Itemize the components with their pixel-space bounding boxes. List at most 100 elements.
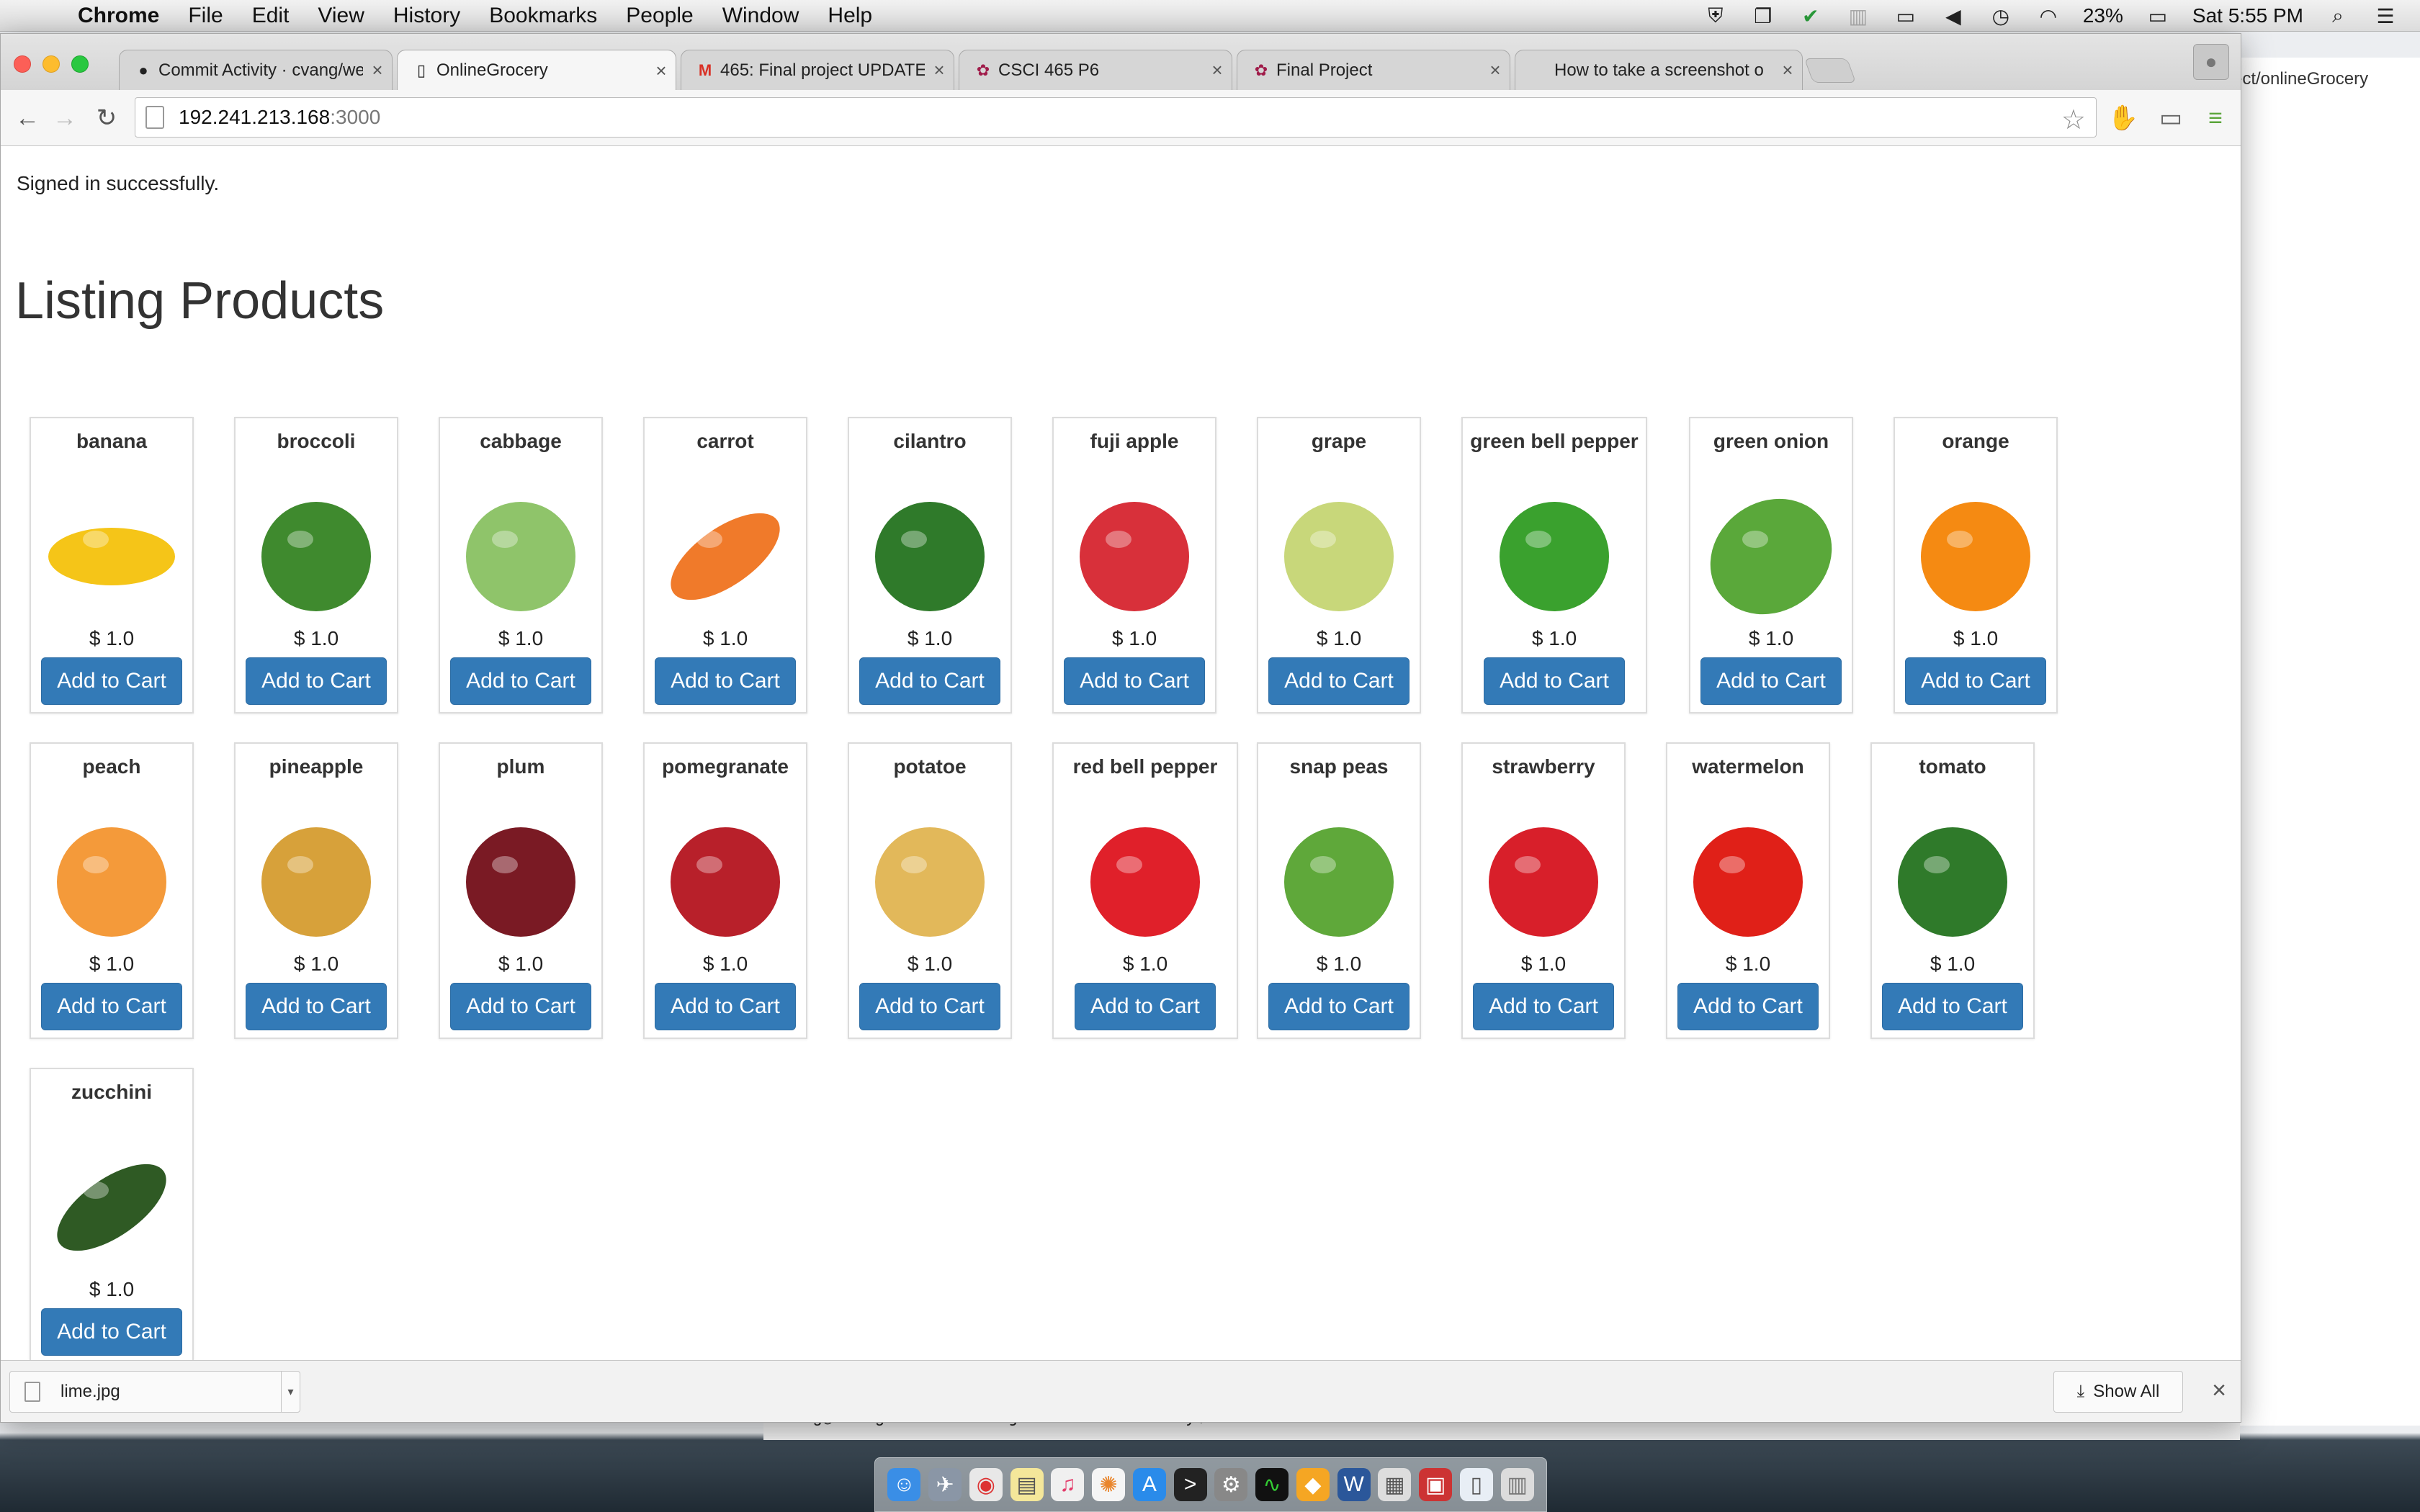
menu-history[interactable]: History	[393, 4, 460, 28]
tab-final-project[interactable]: ✿ Final Project ×	[1237, 50, 1510, 90]
launchpad-icon[interactable]: ✈	[928, 1468, 962, 1501]
product-name: potatoe	[893, 755, 967, 778]
page-icon: ▯	[416, 61, 426, 79]
chevron-down-icon[interactable]: ▾	[281, 1372, 300, 1412]
menu-app-name[interactable]: Chrome	[78, 4, 159, 28]
calculator-icon[interactable]: ▦	[1378, 1468, 1412, 1501]
add-to-cart-button[interactable]: Add to Cart	[859, 657, 1000, 705]
download-item[interactable]: lime.jpg ▾	[9, 1371, 300, 1413]
tab-close-icon[interactable]: ×	[363, 59, 392, 81]
word-icon[interactable]: W	[1337, 1468, 1371, 1501]
carrot-image	[653, 482, 797, 626]
time-machine-icon[interactable]: ◷	[1988, 5, 2014, 27]
trash-icon[interactable]: ▥	[1500, 1468, 1534, 1501]
address-bar[interactable]: 192.241.213.168 :3000 ☆	[135, 97, 2097, 138]
menu-window[interactable]: Window	[722, 4, 799, 28]
remote-desktop-icon[interactable]: ▣	[1419, 1468, 1453, 1501]
photos-icon[interactable]: ✺	[1092, 1468, 1126, 1501]
add-to-cart-button[interactable]: Add to Cart	[655, 983, 796, 1030]
window-close-button[interactable]	[14, 55, 31, 73]
profile-avatar-icon[interactable]: ●	[2193, 44, 2229, 80]
tab-close-icon[interactable]: ×	[1481, 59, 1510, 81]
close-icon[interactable]: ×	[2212, 1377, 2226, 1405]
new-tab-button[interactable]	[1803, 58, 1857, 83]
product-name: orange	[1942, 430, 2009, 452]
menu-help[interactable]: Help	[828, 4, 872, 28]
window-zoom-button[interactable]	[71, 55, 89, 73]
volume-icon[interactable]: ◀	[1940, 5, 1966, 27]
add-to-cart-button[interactable]: Add to Cart	[1677, 983, 1819, 1030]
airplay-icon[interactable]: ▭	[1893, 5, 1919, 27]
tab-close-icon[interactable]: ×	[1773, 59, 1802, 81]
itunes-icon[interactable]: ♫	[1051, 1468, 1085, 1501]
cast-icon[interactable]: ▭	[2154, 102, 2187, 135]
add-to-cart-button[interactable]: Add to Cart	[1268, 983, 1410, 1030]
product-name: cilantro	[893, 430, 967, 452]
chrome-menu-icon[interactable]: ≡	[2199, 102, 2232, 135]
add-to-cart-button[interactable]: Add to Cart	[1064, 657, 1205, 705]
activity-monitor-icon[interactable]: ∿	[1255, 1468, 1289, 1501]
clock[interactable]: Sat 5:55 PM	[2192, 4, 2303, 27]
terminal-icon[interactable]: >	[1173, 1468, 1207, 1501]
add-to-cart-button[interactable]: Add to Cart	[1268, 657, 1410, 705]
wifi-icon[interactable]: ◠	[2035, 5, 2061, 27]
menu-view[interactable]: View	[318, 4, 364, 28]
tab-screenshot-howto[interactable]: How to take a screenshot o ×	[1515, 50, 1803, 90]
menu-bookmarks[interactable]: Bookmarks	[489, 4, 597, 28]
product-card: cabbage $ 1.0 Add to Cart	[439, 417, 603, 714]
add-to-cart-button[interactable]: Add to Cart	[246, 657, 387, 705]
forward-arrow-icon[interactable]: →	[48, 102, 81, 135]
tab-close-icon[interactable]: ×	[925, 59, 954, 81]
tab-onlinegrocery[interactable]: ▯ OnlineGrocery ×	[397, 50, 676, 91]
notes-icon[interactable]: ▤	[1010, 1468, 1044, 1501]
add-to-cart-button[interactable]: Add to Cart	[1700, 657, 1842, 705]
chrome-icon[interactable]: ◉	[969, 1468, 1003, 1501]
menu-edit[interactable]: Edit	[252, 4, 290, 28]
finder-icon[interactable]: ☺	[887, 1468, 921, 1501]
tab-csci-465-p6[interactable]: ✿ CSCI 465 P6 ×	[959, 50, 1232, 90]
download-shelf: lime.jpg ▾ ⤓ Show All ×	[1, 1360, 2241, 1422]
windows-icon[interactable]: ❐	[1750, 5, 1776, 27]
product-price: $ 1.0	[1725, 953, 1771, 975]
tab-close-icon[interactable]: ×	[1203, 59, 1232, 81]
add-to-cart-button[interactable]: Add to Cart	[655, 657, 796, 705]
shield-icon[interactable]: ⛨	[1703, 4, 1729, 27]
check-shield-icon[interactable]: ✔	[1798, 5, 1824, 27]
documents-folder-icon[interactable]: ▯	[1459, 1468, 1493, 1501]
spotlight-search-icon[interactable]: ⌕	[2325, 4, 2351, 27]
tab-close-icon[interactable]: ×	[647, 60, 676, 82]
menu-people[interactable]: People	[626, 4, 693, 28]
window-minimize-button[interactable]	[42, 55, 60, 73]
tab-commit-activity[interactable]: ● Commit Activity · cvang/we ×	[119, 50, 393, 90]
battery-icon[interactable]: ▭	[2145, 5, 2171, 27]
add-to-cart-button[interactable]: Add to Cart	[1905, 657, 2046, 705]
add-to-cart-button[interactable]: Add to Cart	[41, 657, 182, 705]
add-to-cart-button[interactable]: Add to Cart	[1473, 983, 1614, 1030]
add-to-cart-button[interactable]: Add to Cart	[41, 1308, 182, 1356]
extension-stop-icon[interactable]: ✋	[2107, 102, 2140, 135]
add-to-cart-button[interactable]: Add to Cart	[450, 983, 591, 1030]
add-to-cart-button[interactable]: Add to Cart	[246, 983, 387, 1030]
product-price: $ 1.0	[1953, 627, 1999, 649]
bookmark-star-icon[interactable]: ☆	[2061, 104, 2086, 136]
add-to-cart-button[interactable]: Add to Cart	[1882, 983, 2023, 1030]
sketch-icon[interactable]: ◆	[1296, 1468, 1330, 1501]
add-to-cart-button[interactable]: Add to Cart	[1484, 657, 1625, 705]
product-price: $ 1.0	[89, 953, 135, 975]
product-card: watermelon $ 1.0 Add to Cart	[1666, 742, 1830, 1039]
bars-icon[interactable]: ▥	[1845, 5, 1871, 27]
back-arrow-icon[interactable]: ←	[11, 102, 44, 135]
add-to-cart-button[interactable]: Add to Cart	[450, 657, 591, 705]
tomato-image	[1881, 807, 2025, 951]
tab-gmail-final-project[interactable]: M 465: Final project UPDATE ×	[681, 50, 954, 90]
add-to-cart-button[interactable]: Add to Cart	[1075, 983, 1216, 1030]
system-preferences-icon[interactable]: ⚙	[1214, 1468, 1248, 1501]
notification-center-icon[interactable]: ☰	[2372, 5, 2398, 27]
show-all-button[interactable]: ⤓ Show All	[2053, 1371, 2183, 1413]
app-store-icon[interactable]: A	[1132, 1468, 1166, 1501]
add-to-cart-button[interactable]: Add to Cart	[859, 983, 1000, 1030]
add-to-cart-button[interactable]: Add to Cart	[41, 983, 182, 1030]
page-info-icon[interactable]	[145, 106, 164, 129]
menu-file[interactable]: File	[188, 4, 223, 28]
reload-icon[interactable]: ↻	[90, 102, 123, 135]
